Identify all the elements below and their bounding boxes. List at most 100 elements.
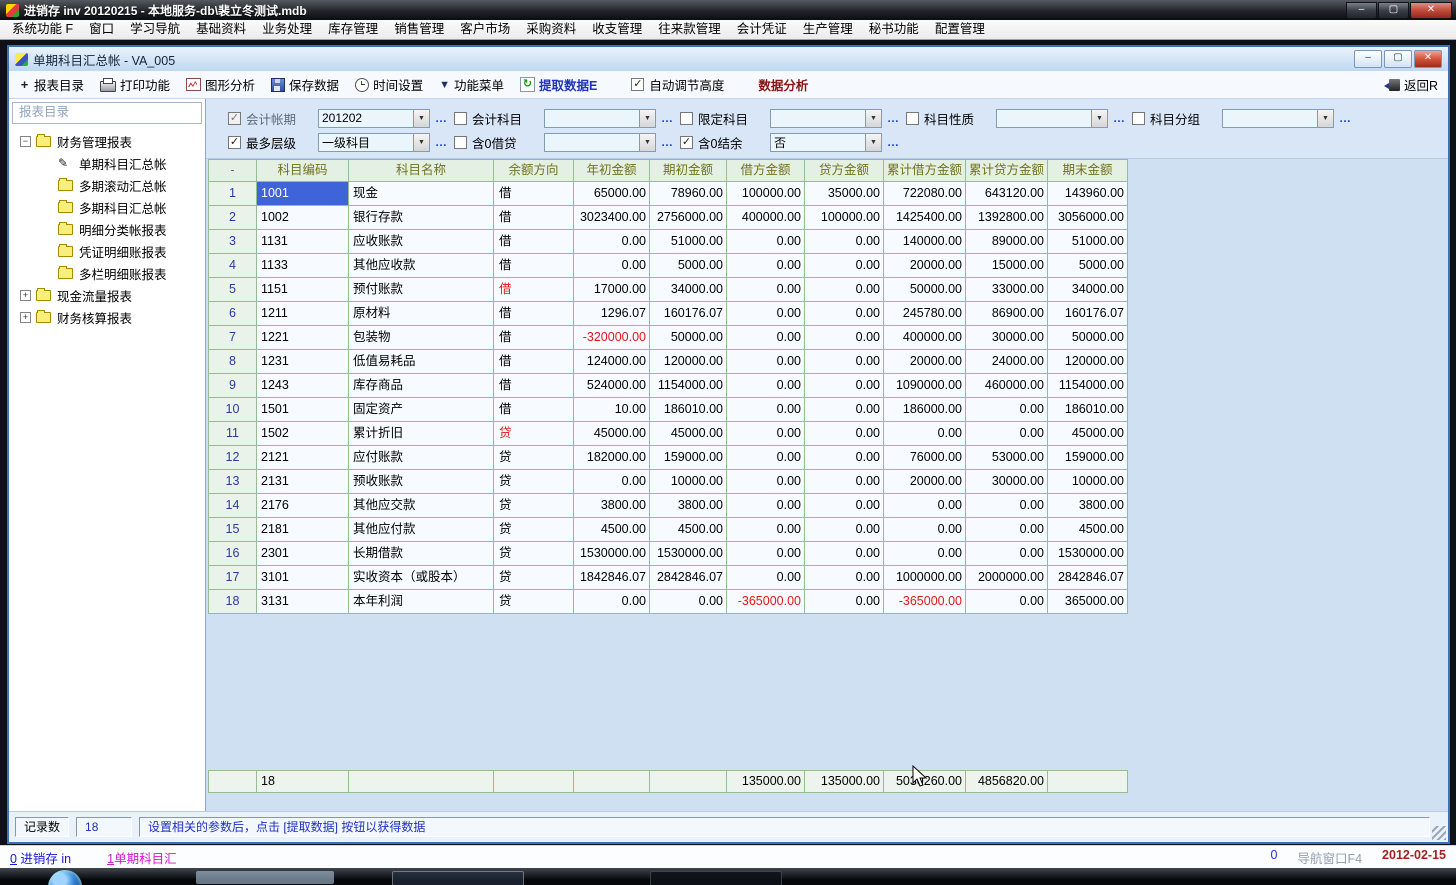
tree-item[interactable]: ✎单期科目汇总帐 [12, 152, 202, 174]
subject-code-cell[interactable]: 1133 [257, 254, 349, 278]
amount-cell[interactable]: 4500.00 [650, 518, 727, 542]
amount-cell[interactable]: 0.00 [727, 326, 805, 350]
subject-summary-table[interactable]: -科目编码科目名称余额方向年初金额期初金额借方金额贷方金额累计借方金额累计贷方金… [208, 159, 1128, 614]
amount-cell[interactable]: 30000.00 [966, 326, 1048, 350]
menu-item[interactable]: 采购资料 [518, 20, 584, 39]
table-row[interactable]: 142176其他应交款贷3800.003800.000.000.000.000.… [209, 494, 1128, 518]
amount-cell[interactable]: -320000.00 [574, 326, 650, 350]
table-row[interactable]: 41133其他应收款借0.005000.000.000.0020000.0015… [209, 254, 1128, 278]
menu-item[interactable]: 会计凭证 [729, 20, 795, 39]
amount-cell[interactable]: 0.00 [805, 278, 884, 302]
amount-cell[interactable]: 34000.00 [1048, 278, 1128, 302]
child-minimize-button[interactable]: – [1354, 50, 1382, 68]
balance-direction-cell[interactable]: 借 [494, 230, 574, 254]
tree-expander-icon[interactable]: + [20, 312, 31, 323]
menu-item[interactable]: 生产管理 [795, 20, 861, 39]
amount-cell[interactable]: 53000.00 [966, 446, 1048, 470]
report-directory-button[interactable]: 报表目录 [19, 75, 84, 94]
amount-cell[interactable]: 0.00 [884, 422, 966, 446]
amount-cell[interactable]: 0.00 [727, 566, 805, 590]
function-menu-button[interactable]: 功能菜单 [439, 75, 504, 94]
amount-cell[interactable]: 20000.00 [884, 254, 966, 278]
open-window-tab[interactable]: 0 进销存 in [10, 848, 71, 867]
subject-code-cell[interactable]: 1151 [257, 278, 349, 302]
amount-cell[interactable]: 0.00 [805, 542, 884, 566]
balance-direction-cell[interactable]: 借 [494, 206, 574, 230]
table-row[interactable]: 152181其他应付款贷4500.004500.000.000.000.000.… [209, 518, 1128, 542]
table-row[interactable]: 162301长期借款贷1530000.001530000.000.000.000… [209, 542, 1128, 566]
data-analysis-button[interactable]: 数据分析 [758, 75, 808, 94]
amount-cell[interactable]: 0.00 [727, 542, 805, 566]
table-row[interactable]: 132131预收账款贷0.0010000.000.000.0020000.003… [209, 470, 1128, 494]
close-button[interactable]: ✕ [1410, 2, 1452, 19]
amount-cell[interactable]: 1842846.07 [574, 566, 650, 590]
amount-cell[interactable]: 30000.00 [966, 470, 1048, 494]
amount-cell[interactable]: 1530000.00 [1048, 542, 1128, 566]
menu-item[interactable]: 业务处理 [254, 20, 320, 39]
save-data-button[interactable]: 保存数据 [271, 75, 339, 94]
amount-cell[interactable]: 3800.00 [1048, 494, 1128, 518]
amount-cell[interactable]: 2842846.07 [1048, 566, 1128, 590]
tree-item[interactable]: 多期科目汇总帐 [12, 196, 202, 218]
balance-direction-cell[interactable]: 贷 [494, 470, 574, 494]
menu-item[interactable]: 销售管理 [386, 20, 452, 39]
return-button[interactable]: 返回R [1389, 75, 1438, 94]
status-item[interactable]: 2012-02-15 [1382, 848, 1446, 867]
amount-cell[interactable]: 0.00 [727, 494, 805, 518]
menu-item[interactable]: 往来款管理 [650, 20, 729, 39]
balance-direction-cell[interactable]: 借 [494, 374, 574, 398]
amount-cell[interactable]: 0.00 [805, 518, 884, 542]
status-item[interactable]: 0 [1271, 848, 1278, 867]
subject-code-cell[interactable]: 1002 [257, 206, 349, 230]
balance-direction-cell[interactable]: 借 [494, 326, 574, 350]
open-window-tab[interactable]: 1单期科目汇 [107, 848, 176, 867]
menu-item[interactable]: 秘书功能 [861, 20, 927, 39]
amount-cell[interactable]: 0.00 [727, 230, 805, 254]
amount-cell[interactable]: 0.00 [805, 350, 884, 374]
table-row[interactable]: 173101实收资本（或股本）贷1842846.072842846.070.00… [209, 566, 1128, 590]
amount-cell[interactable]: 643120.00 [966, 182, 1048, 206]
subject-code-cell[interactable]: 2181 [257, 518, 349, 542]
amount-cell[interactable]: 100000.00 [727, 182, 805, 206]
amount-cell[interactable]: 186000.00 [884, 398, 966, 422]
amount-cell[interactable]: 20000.00 [884, 350, 966, 374]
auto-height-toggle[interactable]: ✓ 自动调节高度 [631, 75, 724, 94]
balance-direction-cell[interactable]: 贷 [494, 494, 574, 518]
amount-cell[interactable]: 4500.00 [574, 518, 650, 542]
table-row[interactable]: 11001现金借65000.0078960.00100000.0035000.0… [209, 182, 1128, 206]
subject-code-cell[interactable]: 2176 [257, 494, 349, 518]
balance-direction-cell[interactable]: 借 [494, 254, 574, 278]
amount-cell[interactable]: 524000.00 [574, 374, 650, 398]
amount-cell[interactable]: 0.00 [805, 494, 884, 518]
amount-cell[interactable]: 0.00 [805, 374, 884, 398]
menu-item[interactable]: 配置管理 [927, 20, 993, 39]
column-header[interactable]: 期初金额 [650, 160, 727, 182]
tree-item[interactable]: 多期滚动汇总帐 [12, 174, 202, 196]
amount-cell[interactable]: 400000.00 [884, 326, 966, 350]
time-setting-button[interactable]: 时间设置 [355, 75, 423, 94]
balance-direction-cell[interactable]: 借 [494, 278, 574, 302]
amount-cell[interactable]: 124000.00 [574, 350, 650, 374]
amount-cell[interactable]: 0.00 [966, 494, 1048, 518]
subject-code-cell[interactable]: 1221 [257, 326, 349, 350]
subject-code-cell[interactable]: 1231 [257, 350, 349, 374]
amount-cell[interactable]: 1000000.00 [884, 566, 966, 590]
table-row[interactable]: 91243库存商品借524000.001154000.000.000.00109… [209, 374, 1128, 398]
filter-checkbox[interactable] [1132, 112, 1145, 125]
subject-name-cell[interactable]: 现金 [349, 182, 494, 206]
child-maximize-button[interactable]: ▢ [1384, 50, 1412, 68]
amount-cell[interactable]: 365000.00 [1048, 590, 1128, 614]
amount-cell[interactable]: 0.00 [884, 494, 966, 518]
amount-cell[interactable]: 17000.00 [574, 278, 650, 302]
amount-cell[interactable]: 0.00 [805, 326, 884, 350]
amount-cell[interactable]: 186010.00 [650, 398, 727, 422]
amount-cell[interactable]: 120000.00 [650, 350, 727, 374]
menu-item[interactable]: 窗口 [81, 20, 122, 39]
amount-cell[interactable]: 2000000.00 [966, 566, 1048, 590]
amount-cell[interactable]: 50000.00 [650, 326, 727, 350]
amount-cell[interactable]: -365000.00 [727, 590, 805, 614]
filter-checkbox[interactable]: ✓ [228, 112, 241, 125]
amount-cell[interactable]: 0.00 [805, 230, 884, 254]
balance-direction-cell[interactable]: 贷 [494, 422, 574, 446]
column-header[interactable]: 余额方向 [494, 160, 574, 182]
